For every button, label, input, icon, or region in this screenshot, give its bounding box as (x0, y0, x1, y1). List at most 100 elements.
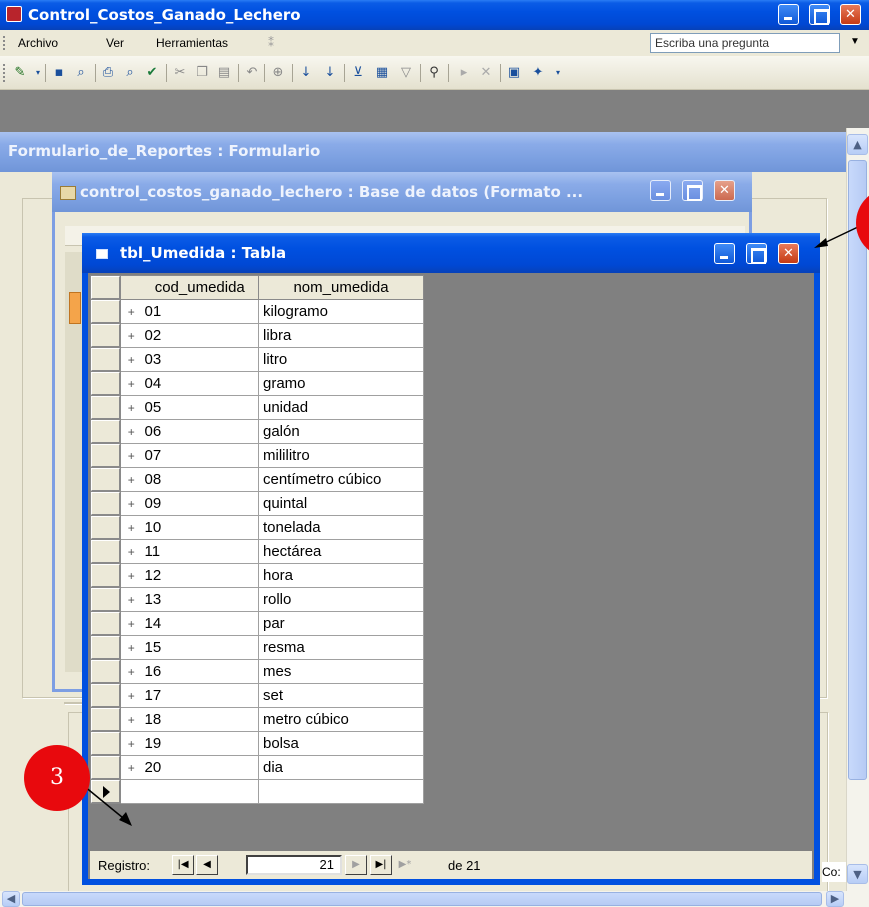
cell-cod-umedida[interactable]: 09 (141, 491, 259, 516)
cell-nom-umedida[interactable]: quintal (258, 491, 424, 516)
row-selector[interactable] (90, 587, 121, 612)
scroll-down-button[interactable]: ▼ (847, 864, 868, 884)
db-title-bar[interactable]: control_costos_ganado_lechero : Base de … (52, 172, 752, 212)
app-title-bar[interactable]: Control_Costos_Ganado_Lechero ✕ (0, 0, 869, 30)
table-row[interactable]: +07 mililitro (90, 443, 424, 468)
maximize-button[interactable] (809, 4, 830, 25)
scroll-left-button[interactable]: ◀ (2, 891, 20, 907)
cell-cod-umedida[interactable]: 10 (141, 515, 259, 540)
vertical-scroll-thumb[interactable] (848, 160, 867, 780)
next-record-button[interactable]: ▶ (345, 855, 367, 875)
row-selector[interactable] (90, 731, 121, 756)
delete-record-icon[interactable]: ✕ (478, 65, 494, 81)
row-selector[interactable] (90, 611, 121, 636)
form-title-bar[interactable]: Formulario_de_Reportes : Formulario (0, 132, 846, 172)
expand-icon[interactable]: + (120, 563, 142, 588)
cell-cod-umedida[interactable]: 12 (141, 563, 259, 588)
toolbar-grip[interactable] (3, 64, 5, 82)
filter-by-form-icon[interactable]: ▦ (374, 65, 390, 81)
table-row[interactable]: +03 litro (90, 347, 424, 372)
last-record-button[interactable]: ▶| (370, 855, 392, 875)
row-selector[interactable] (90, 347, 121, 372)
table-row[interactable]: +13 rollo (90, 587, 424, 612)
close-button[interactable]: ✕ (840, 4, 861, 25)
cell-nom-umedida[interactable]: centímetro cúbico (258, 467, 424, 492)
cell-nom-umedida[interactable]: litro (258, 347, 424, 372)
cell-nom-umedida[interactable]: kilogramo (258, 299, 424, 324)
row-selector[interactable] (90, 515, 121, 540)
cell-nom-umedida[interactable]: resma (258, 635, 424, 660)
cell-cod-umedida[interactable]: 16 (141, 659, 259, 684)
table-row[interactable]: +11 hectárea (90, 539, 424, 564)
cell-cod-umedida[interactable]: 19 (141, 731, 259, 756)
save-icon[interactable]: ▪ (51, 65, 67, 81)
expand-icon[interactable]: + (120, 347, 142, 372)
cell-cod-umedida[interactable]: 18 (141, 707, 259, 732)
table-row[interactable]: +20 dia (90, 755, 424, 780)
expand-icon[interactable]: + (120, 611, 142, 636)
cell-nom-umedida[interactable]: hora (258, 563, 424, 588)
scroll-right-button[interactable]: ▶ (826, 891, 844, 907)
row-selector[interactable] (90, 707, 121, 732)
minimize-button[interactable] (778, 4, 799, 25)
row-selector[interactable] (90, 683, 121, 708)
row-selector[interactable] (90, 419, 121, 444)
db-close-button[interactable]: ✕ (714, 180, 735, 201)
table-row[interactable]: +15 resma (90, 635, 424, 660)
expand-icon[interactable]: + (120, 299, 142, 324)
new-record-icon[interactable]: ▸ (456, 65, 472, 81)
cell-nom-umedida[interactable]: unidad (258, 395, 424, 420)
print-preview-icon[interactable]: ⌕ (122, 65, 138, 81)
row-selector[interactable] (90, 635, 121, 660)
cell-nom-umedida[interactable]: par (258, 611, 424, 636)
expand-icon[interactable]: + (120, 467, 142, 492)
undo-icon[interactable]: ↶ (244, 65, 260, 81)
table-row[interactable]: +19 bolsa (90, 731, 424, 756)
db-minimize-button[interactable] (650, 180, 671, 201)
dropdown-arrow-icon[interactable]: ▾ (30, 65, 46, 81)
scroll-up-button[interactable]: ▲ (847, 134, 868, 155)
cell-cod-umedida[interactable]: 07 (141, 443, 259, 468)
cell-cod-umedida[interactable]: 11 (141, 539, 259, 564)
cell-cod-umedida[interactable]: 02 (141, 323, 259, 348)
cell-cod-umedida[interactable]: 06 (141, 419, 259, 444)
menu-herramientas[interactable]: Herramientas (156, 36, 228, 50)
cell-nom-umedida[interactable]: gramo (258, 371, 424, 396)
expand-icon[interactable]: + (120, 419, 142, 444)
find-icon[interactable]: ⚲ (426, 65, 442, 81)
paste-icon[interactable]: ▤ (216, 65, 232, 81)
expand-icon[interactable]: + (120, 635, 142, 660)
table-row[interactable]: +16 mes (90, 659, 424, 684)
expand-icon[interactable]: + (120, 731, 142, 756)
row-selector[interactable] (90, 563, 121, 588)
dropdown-arrow-icon[interactable]: ▾ (550, 65, 566, 81)
new-record-row[interactable] (90, 779, 424, 804)
row-selector[interactable] (90, 299, 121, 324)
table-title-bar[interactable]: tbl_Umedida : Tabla ✕ (82, 233, 820, 273)
table-minimize-button[interactable] (714, 243, 735, 264)
table-row[interactable]: +18 metro cúbico (90, 707, 424, 732)
row-selector[interactable] (90, 371, 121, 396)
expand-icon[interactable]: + (120, 515, 142, 540)
cell-nom-umedida[interactable]: mes (258, 659, 424, 684)
table-row[interactable]: +09 quintal (90, 491, 424, 516)
column-header-cod[interactable]: cod_umedida (141, 275, 259, 300)
menu-grip[interactable] (3, 36, 6, 50)
co-combo[interactable]: Co: (822, 862, 846, 882)
expand-icon[interactable]: + (120, 371, 142, 396)
cell-nom-umedida[interactable]: mililitro (258, 443, 424, 468)
row-selector[interactable] (90, 491, 121, 516)
cell-nom-umedida[interactable]: rollo (258, 587, 424, 612)
expand-icon[interactable]: + (120, 443, 142, 468)
expand-icon[interactable]: + (120, 659, 142, 684)
table-close-button[interactable]: ✕ (778, 243, 799, 264)
new-object-icon[interactable]: ✦ (530, 65, 546, 81)
cell-nom-umedida[interactable]: libra (258, 323, 424, 348)
expand-icon[interactable]: + (120, 755, 142, 780)
search-icon[interactable]: ⌕ (73, 65, 89, 81)
cell-nom-umedida[interactable]: metro cúbico (258, 707, 424, 732)
expand-icon[interactable]: + (120, 683, 142, 708)
horizontal-scroll-thumb[interactable] (22, 892, 822, 906)
row-selector[interactable] (90, 539, 121, 564)
table-row[interactable]: +02 libra (90, 323, 424, 348)
